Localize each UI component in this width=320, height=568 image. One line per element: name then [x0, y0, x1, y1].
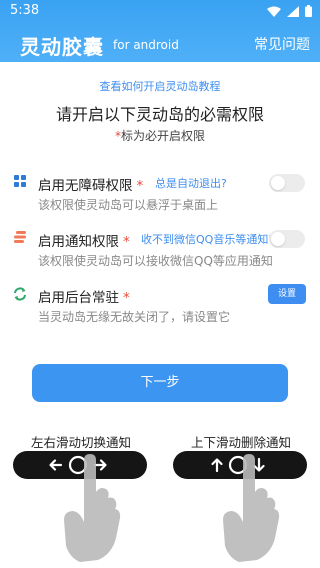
- accessibility-toggle[interactable]: [269, 174, 305, 192]
- next-button[interactable]: 下一步: [32, 364, 288, 402]
- required-star: *: [136, 178, 144, 194]
- signal-icon: [287, 5, 299, 17]
- status-bar: 5:38: [0, 0, 320, 24]
- hand-pointer-icon: [223, 454, 280, 562]
- tutorial-link[interactable]: 查看如何开启灵动岛教程: [0, 78, 320, 94]
- permission-notification: 启用通知权限 * 收不到微信QQ音乐等通知? 该权限使灵动岛可以接收微信QQ等应用…: [0, 230, 320, 282]
- permission-title: 启用通知权限 *: [38, 234, 130, 250]
- permission-accessibility: 启用无障碍权限 * 总是自动退出? 该权限使灵动岛可以悬浮于桌面上: [0, 174, 320, 226]
- left-arrow-icon: [49, 459, 63, 471]
- page-title: 请开启以下灵动岛的必需权限: [55, 105, 264, 124]
- permission-description: 该权限使灵动岛可以接收微信QQ等应用通知: [38, 254, 273, 268]
- permission-help-link[interactable]: 总是自动退出?: [155, 175, 227, 191]
- permission-title: 启用后台常驻 *: [38, 290, 130, 306]
- permission-background: 启用后台常驻 * 当灵动岛无缘无故关闭了，请设置它 设置: [0, 284, 320, 338]
- faq-link[interactable]: 常见问题: [254, 34, 310, 54]
- required-star: *: [123, 234, 130, 250]
- status-time: 5:38: [10, 3, 40, 18]
- stack-icon: [14, 231, 26, 243]
- status-icons: [267, 5, 312, 17]
- settings-button[interactable]: 设置: [268, 284, 306, 304]
- permission-description: 该权限使灵动岛可以悬浮于桌面上: [38, 198, 219, 212]
- toggle-knob: [271, 232, 285, 246]
- grid-icon: [14, 175, 26, 187]
- toggle-knob: [271, 176, 285, 190]
- required-note-text: 标为必开启权限: [120, 129, 205, 143]
- gesture-label-horizontal: 左右滑动切换通知: [31, 435, 132, 450]
- sync-icon: [14, 287, 26, 301]
- app-title: 灵动胶囊: [20, 35, 104, 59]
- permission-help-link[interactable]: 收不到微信QQ音乐等通知?: [141, 231, 274, 247]
- hand-pointer-icon: [64, 454, 121, 562]
- permission-title: 启用无障碍权限 *: [38, 178, 144, 194]
- required-star: *: [123, 290, 130, 306]
- battery-icon: [305, 5, 312, 17]
- permissions-card: 查看如何开启灵动岛教程 请开启以下灵动岛的必需权限 *标为必开启权限 启用无障碍…: [0, 62, 320, 568]
- permission-description: 当灵动岛无缘无故关闭了，请设置它: [38, 310, 231, 324]
- notification-toggle[interactable]: [269, 230, 305, 248]
- app-subtitle: for android: [113, 38, 179, 52]
- gesture-label-vertical: 上下滑动删除通知: [191, 435, 292, 450]
- wifi-icon: [267, 6, 281, 17]
- required-note: *标为必开启权限: [0, 127, 320, 144]
- app-header: 5:38 灵动胶囊 for android 常见问题: [0, 0, 320, 62]
